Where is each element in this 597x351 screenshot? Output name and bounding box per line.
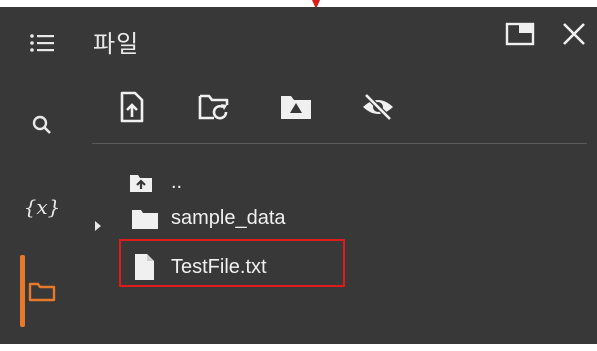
- close-icon[interactable]: [557, 17, 591, 51]
- menu-icon[interactable]: [22, 23, 62, 63]
- hide-icon[interactable]: [356, 85, 400, 129]
- toolbar-divider: [92, 143, 587, 144]
- folder-up-icon: [130, 174, 152, 192]
- open-in-tab-icon[interactable]: [503, 17, 537, 51]
- parent-folder-row[interactable]: ..: [129, 171, 182, 194]
- highlight-box: [119, 239, 345, 287]
- upload-icon[interactable]: [110, 85, 154, 129]
- folder-icon[interactable]: [22, 271, 62, 311]
- files-toolbar: [110, 85, 400, 129]
- side-rail: {x}: [0, 7, 80, 344]
- variables-label: {x}: [23, 195, 61, 219]
- folder-label: sample_data: [171, 207, 286, 229]
- parent-folder-label: ..: [171, 171, 183, 193]
- tree-item-sample-data[interactable]: sample_data: [131, 207, 286, 230]
- files-panel: {x} 파일 .. sample_data TestFile.txt: [0, 7, 597, 344]
- variables-icon[interactable]: {x}: [22, 187, 62, 227]
- folder-icon: [132, 209, 158, 229]
- panel-title: 파일: [93, 30, 140, 58]
- expand-chevron-icon[interactable]: [93, 220, 103, 232]
- title-actions: [503, 17, 591, 51]
- refresh-icon[interactable]: [192, 85, 236, 129]
- search-icon[interactable]: [22, 105, 62, 145]
- drive-mount-icon[interactable]: [274, 85, 318, 129]
